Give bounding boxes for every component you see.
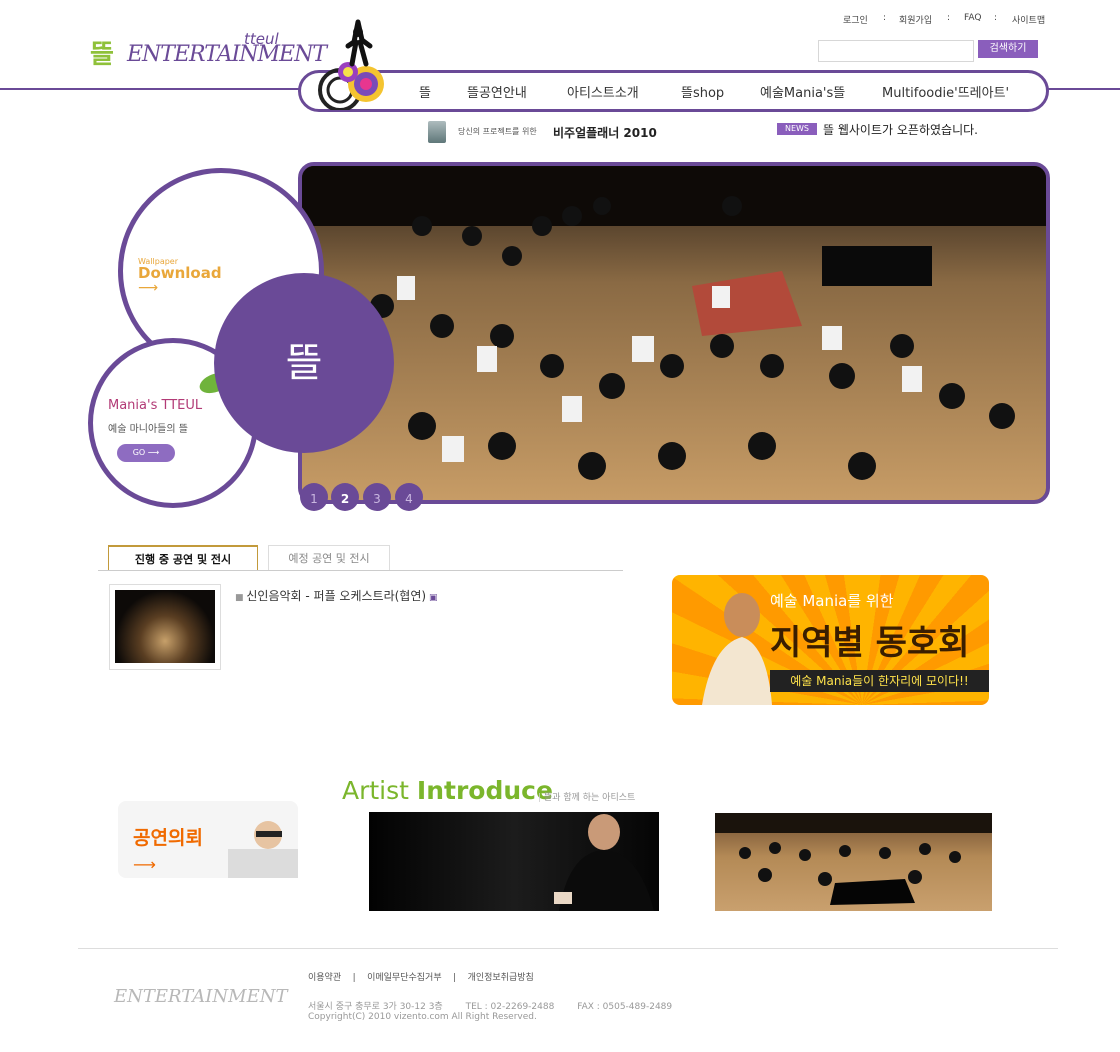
- request-label[interactable]: 공연의뢰: [133, 823, 203, 850]
- email-policy-link[interactable]: 이메일무단수집거부: [367, 973, 442, 983]
- banner-tagline: 예술 Mania들이 한자리에 모이다!!: [770, 670, 989, 692]
- artist-title-b: Introduce: [416, 776, 553, 805]
- person-icon: [228, 821, 298, 878]
- dancer-emblem-icon: [318, 19, 384, 110]
- arrow-right-icon: ⟶: [138, 280, 159, 296]
- mania-title: Mania's TTEUL: [108, 398, 203, 413]
- news-badge: NEWS: [777, 123, 817, 135]
- artist-title-a: Artist: [342, 776, 417, 805]
- artist-section-title: Artist Introduce: [342, 776, 553, 805]
- nav-performance[interactable]: 뜰공연안내: [467, 82, 527, 101]
- footer-address: 서울시 중구 충무로 3가 30-12 3층 TEL : 02-2269-248…: [308, 999, 672, 1012]
- save-icon: ▣: [426, 593, 438, 603]
- footer-sep: |: [352, 973, 356, 983]
- slide-page-1[interactable]: 1: [300, 483, 328, 511]
- artist-subtitle-text: 뜰과 함께 하는 아티스트: [543, 793, 636, 803]
- signup-link[interactable]: 회원가입: [899, 13, 932, 26]
- logo-entertainment[interactable]: ENTERTAINMENT: [127, 42, 327, 67]
- banner-title: 지역별 동호회: [770, 623, 970, 663]
- planner-tagline[interactable]: 당신의 프로젝트를 위한: [458, 126, 537, 137]
- planner-title[interactable]: 비주얼플래너 2010: [553, 124, 657, 141]
- privacy-link[interactable]: 개인정보취급방침: [468, 973, 534, 983]
- slide-page-3[interactable]: 3: [363, 483, 391, 511]
- top-sep: :: [994, 13, 998, 23]
- top-sep: :: [947, 13, 951, 23]
- nav-artists[interactable]: 아티스트소개: [567, 82, 639, 101]
- footer-divider: [78, 948, 1058, 949]
- terms-link[interactable]: 이용약관: [308, 973, 341, 983]
- tab-upcoming[interactable]: 예정 공연 및 전시: [268, 545, 390, 570]
- mania-go-button[interactable]: GO ⟶: [117, 444, 175, 462]
- faq-link[interactable]: FAQ: [964, 13, 981, 23]
- woman-figure: [702, 593, 772, 705]
- orchestra-photo: [302, 166, 1046, 500]
- nav-shop[interactable]: 뜰shop: [681, 82, 724, 101]
- slide-page-4[interactable]: 4: [395, 483, 423, 511]
- address-text: 서울시 중구 충무로 3가 30-12 3층: [308, 1002, 443, 1012]
- tab-ongoing[interactable]: 진행 중 공연 및 전시: [108, 545, 258, 571]
- footer-sep: |: [453, 973, 457, 983]
- tel-text: TEL : 02-2269-2488: [465, 1002, 555, 1012]
- nav-tteul[interactable]: 뜰: [419, 82, 431, 101]
- tab-divider: [98, 570, 623, 571]
- top-sep: :: [883, 13, 887, 23]
- artist-photo-orchestra[interactable]: [715, 813, 992, 911]
- banner-subtitle: 예술 Mania를 위한: [770, 592, 894, 610]
- tteul-emblem: 뜰: [214, 273, 394, 453]
- footer-links: 이용약관 | 이메일무단수집거부 | 개인정보취급방침: [308, 970, 534, 983]
- artist-photo-conductor[interactable]: [369, 812, 659, 911]
- search-input[interactable]: [818, 40, 974, 62]
- nav-mania[interactable]: 예술Mania's뜰: [760, 82, 845, 101]
- performance-photo: [115, 590, 215, 663]
- footer-copyright: Copyright(C) 2010 vizento.com All Right …: [308, 1012, 537, 1022]
- login-link[interactable]: 로그인: [843, 13, 868, 26]
- hero-slideshow[interactable]: [298, 162, 1050, 504]
- news-headline[interactable]: 뜰 웹사이트가 오픈하였습니다.: [823, 121, 978, 138]
- fax-text: FAX : 0505-489-2489: [577, 1002, 673, 1012]
- sitemap-link[interactable]: 사이트맵: [1012, 13, 1045, 26]
- footer-logo: ENTERTAINMENT: [114, 986, 288, 1007]
- planner-book-icon[interactable]: [428, 121, 446, 143]
- mania-subtitle: 예술 마니아들의 뜰: [108, 424, 188, 435]
- search-button[interactable]: 검색하기: [978, 40, 1038, 58]
- slide-page-2[interactable]: 2: [331, 483, 359, 511]
- performance-title[interactable]: 신인음악회 - 퍼플 오케스트라(협연): [246, 589, 426, 603]
- artist-section-subtitle: | 뜰과 함께 하는 아티스트: [538, 793, 636, 803]
- bullet-icon: ■: [235, 593, 247, 603]
- nav-multifoodie[interactable]: Multifoodie'뜨레아트': [882, 82, 1009, 101]
- logo-hangul[interactable]: 뜰: [90, 34, 114, 71]
- list-item[interactable]: ■ 신인음악회 - 퍼플 오케스트라(협연) ▣: [235, 587, 437, 604]
- arrow-right-icon: ⟶: [133, 855, 156, 874]
